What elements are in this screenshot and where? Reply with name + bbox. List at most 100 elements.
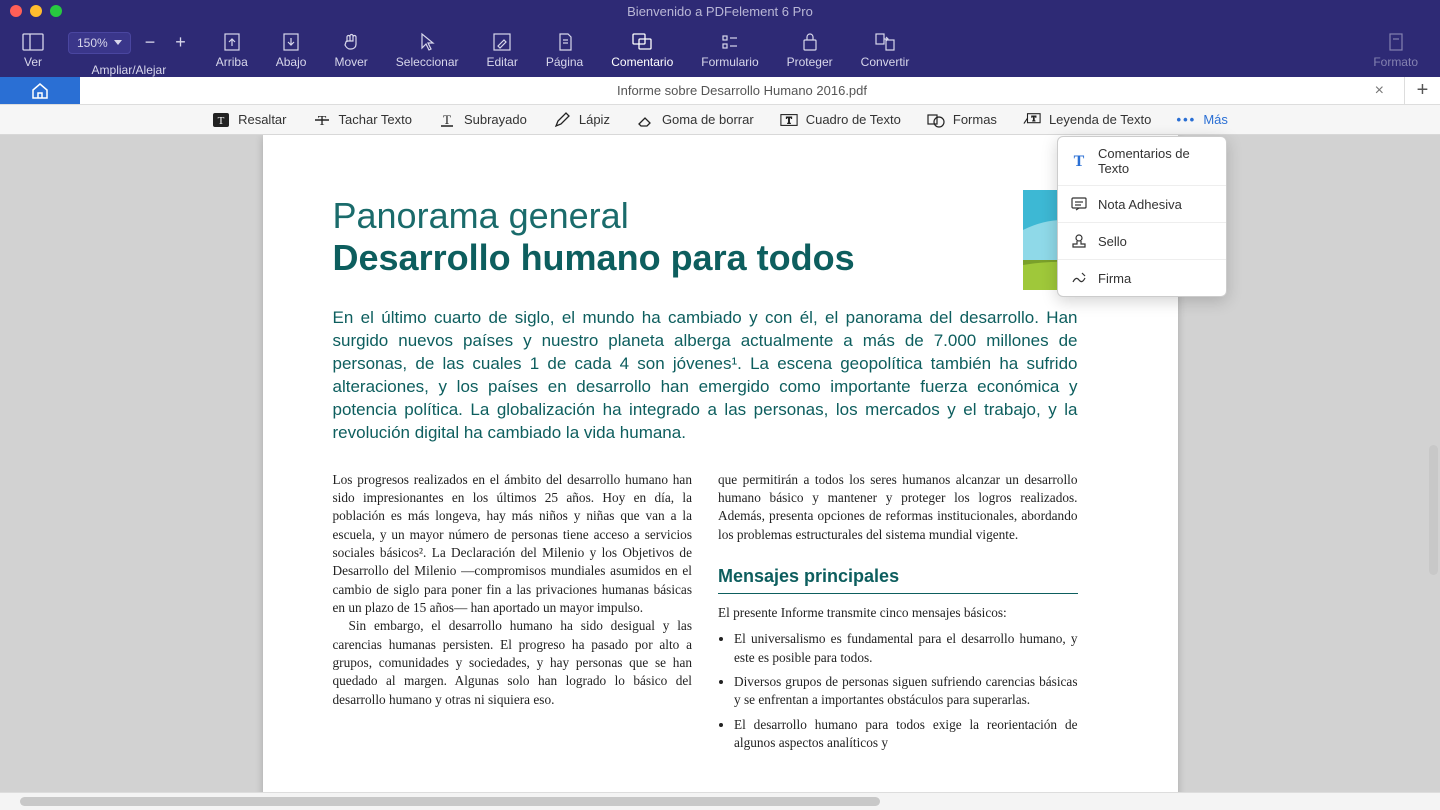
abajo-label: Abajo bbox=[276, 55, 307, 69]
dropdown-nota[interactable]: Nota Adhesiva bbox=[1058, 186, 1226, 223]
text-comment-icon: T bbox=[1070, 152, 1088, 170]
convert-icon bbox=[874, 31, 896, 53]
ver-button[interactable]: Ver bbox=[8, 22, 58, 77]
zoom-label: Ampliar/Alejar bbox=[92, 63, 167, 77]
horizontal-scrollbar[interactable] bbox=[0, 792, 1440, 810]
arriba-button[interactable]: Arriba bbox=[202, 22, 262, 77]
proteger-label: Proteger bbox=[787, 55, 833, 69]
ver-label: Ver bbox=[24, 55, 42, 69]
form-icon bbox=[720, 31, 740, 53]
zoom-in-button[interactable]: + bbox=[169, 32, 192, 53]
document-tab[interactable]: Informe sobre Desarrollo Humano 2016.pdf… bbox=[80, 77, 1404, 104]
more-icon: ••• bbox=[1177, 111, 1195, 129]
close-window-button[interactable] bbox=[10, 5, 22, 17]
dropdown-sello[interactable]: Sello bbox=[1058, 223, 1226, 260]
page-down-icon bbox=[282, 31, 300, 53]
more-dropdown: T Comentarios de Texto Nota Adhesiva Sel… bbox=[1057, 136, 1227, 297]
col2-h3: Mensajes principales bbox=[718, 564, 1078, 594]
underline-icon: T bbox=[438, 111, 456, 129]
dropdown-firma-label: Firma bbox=[1098, 271, 1131, 286]
svg-text:T: T bbox=[786, 115, 792, 125]
formas-button[interactable]: Formas bbox=[927, 111, 997, 129]
formato-button[interactable]: Formato bbox=[1359, 22, 1432, 77]
convertir-label: Convertir bbox=[861, 55, 910, 69]
eraser-icon bbox=[636, 111, 654, 129]
svg-text:T: T bbox=[218, 115, 225, 127]
formulario-button[interactable]: Formulario bbox=[687, 22, 772, 77]
editar-button[interactable]: Editar bbox=[473, 22, 532, 77]
cuadro-button[interactable]: T Cuadro de Texto bbox=[780, 111, 901, 129]
shapes-icon bbox=[927, 111, 945, 129]
close-tab-button[interactable]: × bbox=[1375, 82, 1384, 100]
zoom-controls: 150% − + Ampliar/Alejar bbox=[58, 22, 202, 77]
seleccionar-label: Seleccionar bbox=[396, 55, 459, 69]
pagina-label: Página bbox=[546, 55, 583, 69]
arriba-label: Arriba bbox=[216, 55, 248, 69]
doc-col1: Los progresos realizados en el ámbito de… bbox=[333, 471, 693, 759]
sticky-note-icon bbox=[1070, 195, 1088, 213]
chevron-down-icon bbox=[114, 40, 122, 45]
mover-label: Mover bbox=[334, 55, 367, 69]
col2-p1: que permitirán a todos los seres humanos… bbox=[718, 471, 1078, 544]
comment-toolbar: T Resaltar T Tachar Texto T Subrayado Lá… bbox=[0, 105, 1440, 135]
leyenda-button[interactable]: T Leyenda de Texto bbox=[1023, 111, 1151, 129]
callout-icon: T bbox=[1023, 111, 1041, 129]
svg-text:T: T bbox=[1032, 114, 1037, 122]
bullet-2: Diversos grupos de personas siguen sufri… bbox=[734, 673, 1078, 710]
minimize-window-button[interactable] bbox=[30, 5, 42, 17]
sidebar-icon bbox=[22, 31, 44, 53]
home-icon bbox=[30, 82, 50, 100]
formato-label: Formato bbox=[1373, 55, 1418, 69]
vertical-scroll-thumb[interactable] bbox=[1429, 445, 1438, 575]
pencil-icon bbox=[553, 111, 571, 129]
bullet-1: El universalismo es fundamental para el … bbox=[734, 630, 1078, 667]
col2-p2: El presente Informe transmite cinco mens… bbox=[718, 604, 1078, 622]
dropdown-nota-label: Nota Adhesiva bbox=[1098, 197, 1182, 212]
horizontal-scroll-thumb[interactable] bbox=[20, 797, 880, 806]
subrayado-button[interactable]: T Subrayado bbox=[438, 111, 527, 129]
pagina-button[interactable]: Página bbox=[532, 22, 597, 77]
doc-h2: Desarrollo humano para todos bbox=[333, 237, 1078, 279]
resaltar-button[interactable]: T Resaltar bbox=[212, 111, 286, 129]
doc-h1: Panorama general bbox=[333, 195, 1078, 237]
traffic-lights bbox=[10, 5, 62, 17]
zoom-select[interactable]: 150% bbox=[68, 32, 131, 54]
mover-button[interactable]: Mover bbox=[320, 22, 381, 77]
doc-columns: Los progresos realizados en el ámbito de… bbox=[333, 471, 1078, 759]
svg-text:T: T bbox=[1074, 153, 1085, 170]
dropdown-comentarios-label: Comentarios de Texto bbox=[1098, 146, 1214, 176]
cursor-icon bbox=[419, 31, 435, 53]
doc-intro: En el último cuarto de siglo, el mundo h… bbox=[333, 307, 1078, 445]
page-icon bbox=[556, 31, 574, 53]
abajo-button[interactable]: Abajo bbox=[262, 22, 321, 77]
proteger-button[interactable]: Proteger bbox=[773, 22, 847, 77]
goma-button[interactable]: Goma de borrar bbox=[636, 111, 754, 129]
dropdown-firma[interactable]: Firma bbox=[1058, 260, 1226, 296]
comentario-button[interactable]: Comentario bbox=[597, 22, 687, 77]
zoom-out-button[interactable]: − bbox=[139, 32, 162, 53]
home-tab[interactable] bbox=[0, 77, 80, 104]
goma-label: Goma de borrar bbox=[662, 112, 754, 127]
stamp-icon bbox=[1070, 232, 1088, 250]
document-tab-label: Informe sobre Desarrollo Humano 2016.pdf bbox=[617, 83, 867, 98]
resaltar-label: Resaltar bbox=[238, 112, 286, 127]
dropdown-comentarios[interactable]: T Comentarios de Texto bbox=[1058, 137, 1226, 186]
svg-text:T: T bbox=[443, 112, 451, 127]
maximize-window-button[interactable] bbox=[50, 5, 62, 17]
lapiz-button[interactable]: Lápiz bbox=[553, 111, 610, 129]
comment-icon bbox=[631, 31, 653, 53]
tachar-button[interactable]: T Tachar Texto bbox=[313, 111, 412, 129]
add-tab-button[interactable]: + bbox=[1404, 77, 1440, 104]
tabbar: Informe sobre Desarrollo Humano 2016.pdf… bbox=[0, 77, 1440, 105]
col1-p1: Los progresos realizados en el ámbito de… bbox=[333, 471, 693, 618]
strikethrough-icon: T bbox=[313, 111, 331, 129]
titlebar: Bienvenido a PDFelement 6 Pro bbox=[0, 0, 1440, 22]
lock-icon bbox=[801, 31, 819, 53]
hand-icon bbox=[341, 31, 361, 53]
formulario-label: Formulario bbox=[701, 55, 758, 69]
mas-button[interactable]: ••• Más bbox=[1177, 111, 1228, 129]
convertir-button[interactable]: Convertir bbox=[847, 22, 924, 77]
seleccionar-button[interactable]: Seleccionar bbox=[382, 22, 473, 77]
doc-col2: que permitirán a todos los seres humanos… bbox=[718, 471, 1078, 759]
col2-bullets: El universalismo es fundamental para el … bbox=[718, 630, 1078, 752]
